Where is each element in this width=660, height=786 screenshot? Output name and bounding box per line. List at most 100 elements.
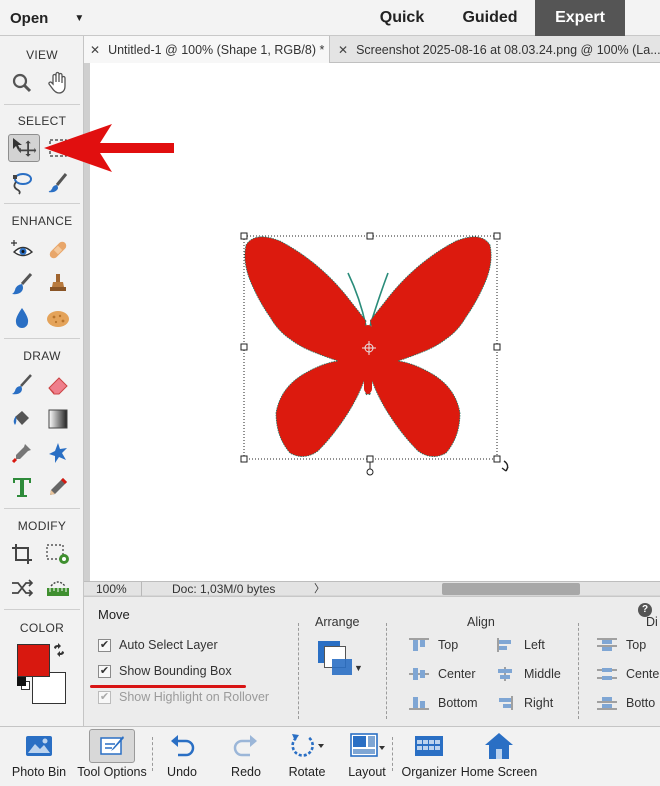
- undo-icon: [168, 727, 196, 765]
- swap-colors-icon[interactable]: [52, 643, 66, 662]
- shuffle-arrows-icon: [12, 579, 34, 597]
- align-center-button[interactable]: Center: [408, 666, 476, 682]
- status-menu-arrow-icon[interactable]: 〉: [314, 582, 325, 596]
- photo-bin-button[interactable]: Photo Bin: [8, 727, 70, 783]
- open-button[interactable]: Open ▼: [10, 6, 84, 30]
- content-aware-move-tool[interactable]: [8, 574, 36, 602]
- doc-tab-untitled[interactable]: ✕ Untitled-1 @ 100% (Shape 1, RGB/8) *: [84, 36, 330, 63]
- horizontal-scrollbar[interactable]: [442, 583, 580, 595]
- chevron-down-icon[interactable]: ▼: [74, 13, 84, 24]
- custom-shape-tool[interactable]: [44, 439, 72, 467]
- align-left-label: Left: [524, 638, 545, 652]
- show-bounding-box-checkbox[interactable]: ✔: [98, 664, 111, 678]
- eraser-icon: [48, 377, 68, 395]
- tool-options-button[interactable]: Tool Options: [76, 727, 148, 783]
- taskbar-divider: [392, 737, 393, 771]
- home-screen-label: Home Screen: [460, 765, 538, 779]
- align-top-icon: [409, 638, 429, 651]
- section-divider: [4, 203, 80, 204]
- document-tabs: ✕ Untitled-1 @ 100% (Shape 1, RGB/8) * ✕…: [84, 36, 660, 63]
- photoshop-elements-window: Open ▼ Quick Guided Expert VIEW SELECT E…: [0, 0, 660, 786]
- close-icon[interactable]: ✕: [338, 43, 348, 57]
- show-highlight-checkbox: ✔: [98, 690, 111, 704]
- organizer-label: Organizer: [401, 765, 457, 779]
- organizer-button[interactable]: Organizer: [400, 727, 458, 783]
- top-bar: Open ▼ Quick Guided Expert: [0, 0, 660, 36]
- paint-bucket-tool[interactable]: [8, 405, 36, 433]
- align-center-icon: [409, 668, 429, 680]
- distribute-top-button[interactable]: Top: [596, 637, 646, 653]
- shape-splat-icon: [49, 443, 67, 463]
- home-screen-button[interactable]: Home Screen: [460, 727, 538, 783]
- level-ruler-icon: [47, 581, 69, 596]
- hand-tool[interactable]: [44, 69, 72, 97]
- gradient-icon: [48, 409, 68, 429]
- redo-button[interactable]: Redo: [224, 727, 268, 783]
- organizer-icon: [414, 727, 444, 765]
- gradient-tool[interactable]: [44, 405, 72, 433]
- crop-tool[interactable]: [8, 540, 36, 568]
- distribute-bottom-label: Botto: [626, 696, 656, 710]
- arrange-button[interactable]: ▼: [316, 641, 366, 679]
- recompose-icon: [46, 544, 69, 564]
- smart-brush-tool[interactable]: [8, 270, 36, 298]
- red-eye-tool[interactable]: [8, 236, 36, 264]
- zoom-level[interactable]: 100%: [84, 582, 142, 596]
- home-icon: [483, 727, 515, 765]
- tab-guided-label: Guided: [462, 9, 518, 26]
- section-divider: [4, 609, 80, 610]
- undo-label: Undo: [167, 765, 197, 779]
- eyedropper-tool[interactable]: [8, 439, 36, 467]
- tab-quick[interactable]: Quick: [360, 0, 444, 36]
- tool-options-label: Tool Options: [77, 765, 147, 779]
- tab-expert[interactable]: Expert: [535, 0, 625, 36]
- doc-tab-screenshot[interactable]: ✕ Screenshot 2025-08-16 at 08.03.24.png …: [332, 36, 660, 63]
- zoom-tool[interactable]: [8, 69, 36, 97]
- rotation-handle[interactable]: [366, 468, 374, 476]
- arrange-label: Arrange: [315, 615, 360, 629]
- rotate-button[interactable]: Rotate: [284, 727, 330, 783]
- magnifier-icon: [12, 73, 32, 93]
- layout-button[interactable]: Layout: [346, 727, 388, 783]
- sponge-tool[interactable]: [44, 304, 72, 332]
- align-bottom-button[interactable]: Bottom: [408, 695, 478, 711]
- type-tool[interactable]: [8, 473, 36, 501]
- doc-tab-label: Untitled-1 @ 100% (Shape 1, RGB/8) *: [108, 42, 325, 57]
- auto-select-layer-checkbox[interactable]: ✔: [98, 638, 111, 652]
- show-bounding-box-option[interactable]: ✔ Show Bounding Box: [98, 664, 232, 678]
- section-divider: [4, 338, 80, 339]
- tool-options-panel: Move ? ✔ Auto Select Layer ✔ Show Boundi…: [84, 596, 660, 726]
- auto-select-layer-option[interactable]: ✔ Auto Select Layer: [98, 638, 218, 652]
- red-arrow-annotation: [44, 124, 174, 172]
- undo-button[interactable]: Undo: [160, 727, 204, 783]
- auto-select-layer-label: Auto Select Layer: [119, 638, 218, 652]
- chevron-down-icon[interactable]: ▼: [354, 663, 363, 673]
- clone-stamp-tool[interactable]: [44, 270, 72, 298]
- move-tool[interactable]: [8, 134, 40, 162]
- distribute-center-button[interactable]: Cente: [596, 666, 659, 682]
- pencil-tool[interactable]: [44, 473, 72, 501]
- distribute-bottom-button[interactable]: Botto: [596, 695, 655, 711]
- recompose-tool[interactable]: [44, 540, 72, 568]
- align-middle-button[interactable]: Middle: [494, 666, 561, 682]
- section-modify-label: MODIFY: [17, 519, 67, 533]
- photo-bin-label: Photo Bin: [11, 765, 67, 779]
- align-left-button[interactable]: Left: [494, 637, 545, 653]
- straighten-tool[interactable]: [44, 574, 72, 602]
- spot-healing-brush-tool[interactable]: [44, 236, 72, 264]
- options-divider: [386, 623, 387, 719]
- section-divider: [4, 104, 80, 105]
- eraser-tool[interactable]: [44, 371, 72, 399]
- align-right-button[interactable]: Right: [494, 695, 553, 711]
- lasso-tool[interactable]: [8, 169, 36, 197]
- brush-tool[interactable]: [8, 371, 36, 399]
- tab-guided[interactable]: Guided: [448, 0, 532, 36]
- rotate-cursor-icon: [501, 460, 509, 472]
- show-highlight-option: ✔ Show Highlight on Rollover: [98, 690, 269, 704]
- taskbar-divider: [152, 737, 153, 771]
- blur-tool[interactable]: [8, 304, 36, 332]
- distribute-bottom-icon: [597, 697, 617, 710]
- close-icon[interactable]: ✕: [90, 43, 100, 57]
- align-top-button[interactable]: Top: [408, 637, 458, 653]
- foreground-color-swatch[interactable]: [17, 644, 50, 677]
